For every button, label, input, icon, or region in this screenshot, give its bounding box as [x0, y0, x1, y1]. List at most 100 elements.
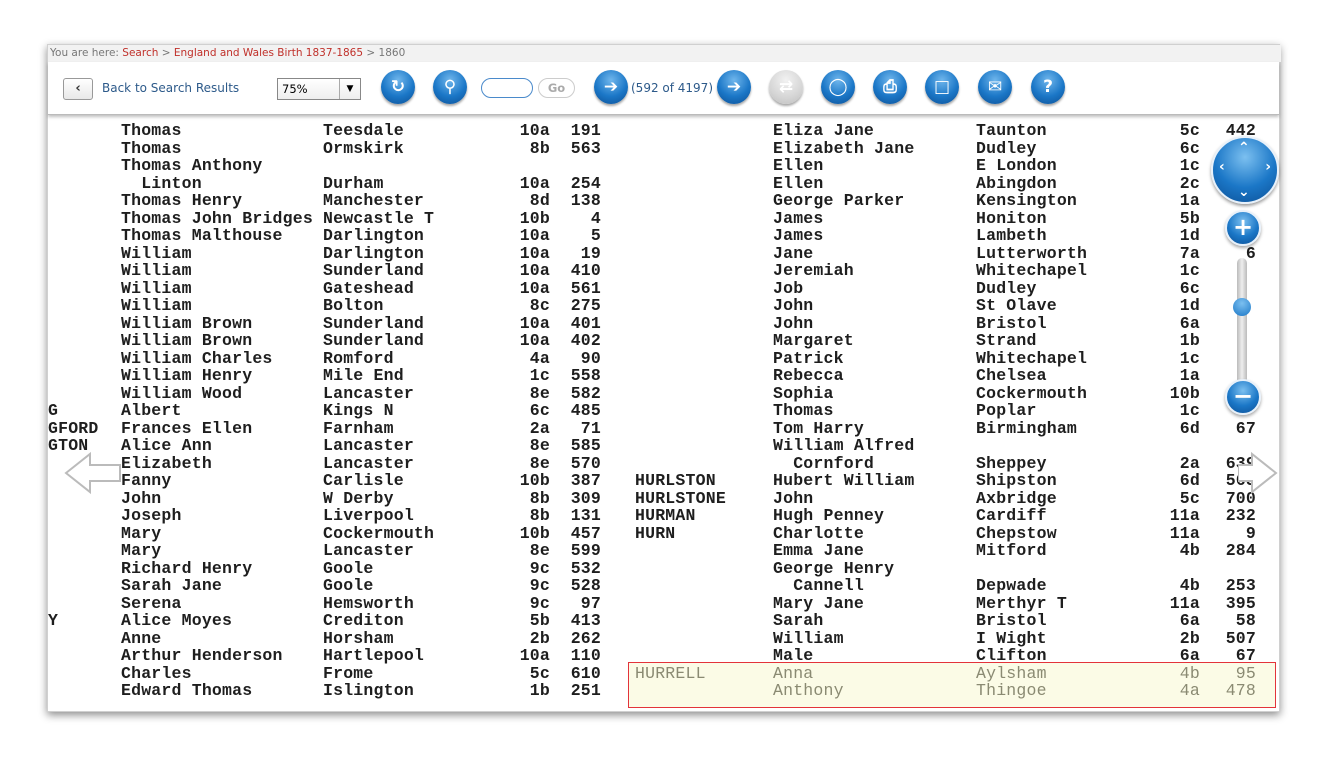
zoom-slider[interactable] [1237, 258, 1247, 393]
help-button[interactable]: ? [1031, 70, 1065, 104]
volume: 4b [1179, 663, 1200, 683]
right-index-entry: Emma Jane Mitford 4b 284 [48, 541, 1279, 560]
forenames: Charlotte [773, 523, 864, 543]
previous-image-button[interactable]: ➔ [594, 70, 628, 104]
forenames: Elizabeth Jane [773, 138, 915, 158]
page: 507 [1225, 628, 1256, 648]
arrow-right-icon: ➔ [726, 77, 742, 97]
forenames: John [773, 296, 814, 315]
minus-icon: − [1232, 382, 1254, 410]
forenames: Sarah [773, 611, 824, 630]
district: Whitechapel [976, 348, 1088, 368]
print-button[interactable]: ⎙ [873, 70, 907, 104]
forenames: James [773, 208, 824, 228]
forenames: Male [773, 646, 814, 665]
right-index-entry: Elizabeth Jane Dudley 6c [48, 138, 1279, 158]
right-index-entry: Jane Lutterworth 7a 6 [48, 244, 1279, 263]
forenames: James [773, 226, 824, 245]
tips-button[interactable]: ◯ [821, 70, 855, 104]
district: E London [976, 156, 1057, 175]
forenames: Eliza Jane [773, 121, 875, 140]
chevron-down-icon[interactable]: ▼ [339, 79, 360, 99]
page-number-input[interactable] [481, 78, 533, 98]
right-index-entry: Cannell Depwade 4b 253 [48, 576, 1279, 595]
question-icon: ? [1043, 77, 1053, 97]
surname: HURLSTONE [635, 488, 726, 508]
forenames: Ellen [773, 156, 824, 175]
zoom-value: 75% [282, 82, 308, 96]
district: Whitechapel [976, 261, 1088, 280]
forenames: Anna [773, 663, 814, 683]
right-index-entry: Eliza Jane Taunton 5c 442 [48, 121, 1279, 140]
next-image-button[interactable]: ➔ [717, 70, 751, 104]
sync-icon: ⇄ [778, 77, 794, 97]
rotate-button[interactable]: ↻ [381, 70, 415, 104]
next-page-arrow-icon[interactable] [1238, 451, 1278, 495]
volume: 6a [1179, 611, 1200, 630]
district: Dudley [976, 278, 1037, 298]
volume: 1c [1179, 348, 1200, 368]
page: 58 [1235, 611, 1256, 630]
zoom-out-button[interactable]: − [1225, 379, 1261, 415]
right-index-entry: Patrick Whitechapel 1c [48, 348, 1279, 368]
district: Depwade [976, 576, 1047, 595]
save-button[interactable]: □ [925, 70, 959, 104]
right-index-entry: Mary Jane Merthyr T 11a 395 [48, 594, 1279, 613]
right-index-entry: Rebecca Chelsea 1a [48, 366, 1279, 385]
district: Mitford [976, 541, 1047, 560]
district: Cockermouth [976, 383, 1088, 403]
volume: 4b [1179, 541, 1200, 560]
volume: 1a [1179, 366, 1200, 385]
search-button[interactable]: ⚲ [433, 70, 467, 104]
record-image[interactable]: Thomas Teesdale 10a 191 Thomas Ormskirk 8b 563 T… [48, 114, 1279, 711]
right-index-entry: Job Dudley 6c [48, 278, 1279, 298]
breadcrumb-search[interactable]: Search [122, 47, 158, 59]
volume: 5b [1179, 208, 1200, 228]
volume: 11a [1169, 506, 1200, 525]
back-button[interactable]: ‹ [63, 78, 93, 100]
zoom-in-button[interactable]: + [1225, 210, 1261, 246]
surname: HURLSTON [635, 471, 716, 490]
forenames: Anthony [773, 681, 844, 700]
previous-page-arrow-icon[interactable] [64, 451, 124, 495]
volume: 1a [1179, 191, 1200, 210]
forenames: Emma Jane [773, 541, 864, 560]
volume: 11a [1169, 523, 1200, 543]
right-index-entry: George Henry [48, 559, 1279, 578]
chevron-left-icon: ‹ [75, 81, 81, 96]
forenames: William Alfred [773, 436, 915, 455]
district: Dudley [976, 138, 1037, 158]
district: Lambeth [976, 226, 1047, 245]
forenames: Sophia [773, 383, 834, 403]
volume: 6a [1179, 313, 1200, 333]
breadcrumb-collection[interactable]: England and Wales Birth 1837-1865 [174, 47, 363, 59]
zoom-slider-thumb[interactable] [1233, 297, 1251, 316]
forenames: Jeremiah [773, 261, 854, 280]
volume: 4b [1179, 576, 1200, 595]
chevron-right-icon[interactable]: › [1265, 159, 1271, 175]
rotate-icon: ↻ [390, 77, 406, 97]
printer-icon: ⎙ [883, 77, 897, 97]
right-index-entry: Ellen E London 1c [48, 156, 1279, 175]
right-index-entry: HURLSTONHubert WilliamShipston6d565 [48, 471, 1279, 490]
chevron-up-icon[interactable]: ⌃ [1238, 140, 1250, 156]
chevron-down-icon[interactable]: ⌄ [1238, 184, 1250, 200]
email-button[interactable]: ✉ [978, 70, 1012, 104]
breadcrumb: You are here: Search > England and Wales… [48, 45, 1281, 62]
page: 67 [1235, 418, 1256, 438]
right-index-entry: Jeremiah Whitechapel 1c [48, 261, 1279, 280]
volume: 10b [1169, 383, 1200, 403]
surname: HURMAN [635, 506, 696, 525]
chevron-left-icon[interactable]: ‹ [1219, 159, 1225, 175]
pan-control[interactable]: ⌃ ‹ › ⌄ [1211, 136, 1279, 204]
district: Thingoe [976, 681, 1047, 700]
volume: 6a [1179, 646, 1200, 665]
go-button[interactable]: Go [538, 78, 575, 98]
surname: HURRELL [635, 663, 706, 683]
back-to-search-results-link[interactable]: Back to Search Results [102, 81, 239, 95]
page: 95 [1235, 663, 1256, 683]
zoom-select[interactable]: 75% ▼ [277, 78, 361, 100]
toolbar: ‹ Back to Search Results 75% ▼ ↻ ⚲ Go ➔ … [48, 62, 1279, 115]
district: St Olave [976, 296, 1057, 315]
forenames: Cannell [773, 576, 864, 595]
